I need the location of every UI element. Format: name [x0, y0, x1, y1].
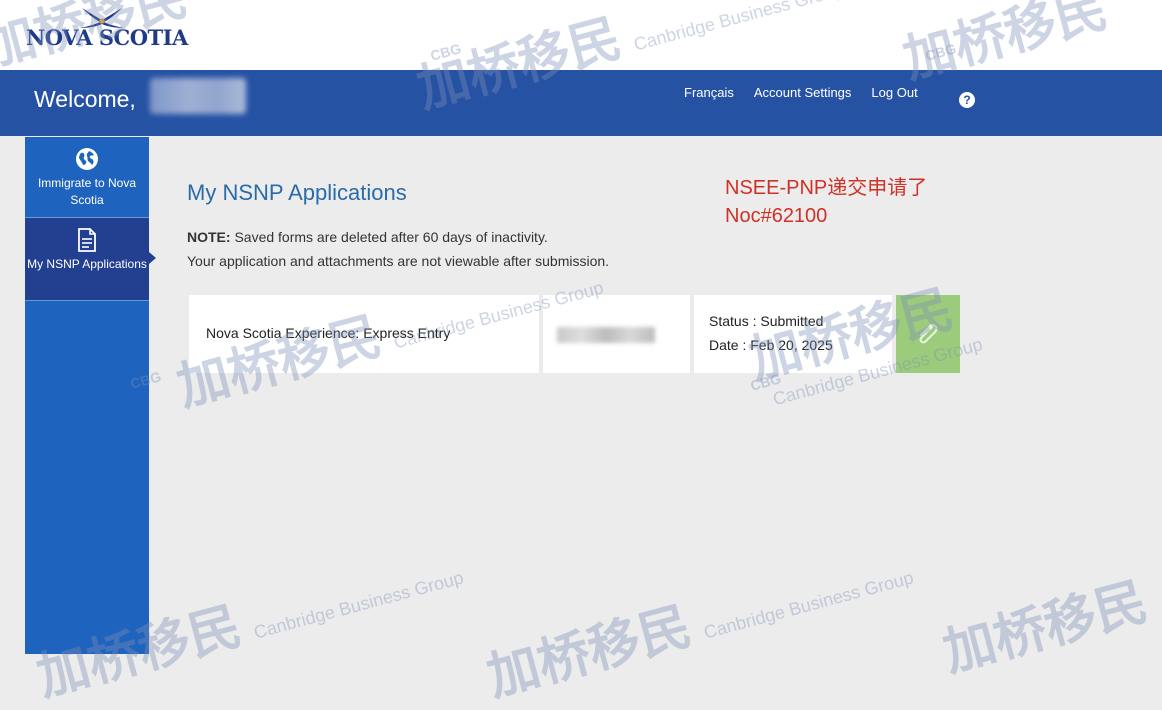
document-icon	[78, 228, 96, 252]
globe-icon	[76, 148, 98, 170]
application-status: Status : Submitted	[709, 313, 824, 329]
help-icon[interactable]: ?	[959, 92, 975, 108]
application-id-cell	[543, 295, 690, 373]
redacted-application-id	[557, 327, 655, 343]
sidebar-item-my-applications[interactable]: My NSNP Applications	[25, 218, 156, 301]
application-status-cell: Status : Submitted Date : Feb 20, 2025	[694, 295, 892, 373]
attachments-button[interactable]	[896, 295, 960, 373]
sidebar-item-immigrate[interactable]: Immigrate to Nova Scotia	[25, 137, 149, 218]
page-title: My NSNP Applications	[187, 180, 407, 205]
watermark: 加桥移民Canbridge Business Group	[481, 567, 916, 709]
note-label: NOTE:	[187, 229, 231, 245]
notice-text: NOTE: Saved forms are deleted after 60 d…	[187, 225, 609, 273]
application-name: Nova Scotia Experience: Express Entry	[206, 325, 451, 341]
logo-bar: NOVA SCOTIA	[0, 0, 1162, 70]
sidebar: Immigrate to Nova Scotia My NSNP Applica…	[25, 137, 156, 654]
top-header: Welcome, Français Account Settings Log O…	[0, 70, 1162, 136]
watermark: 加桥移民	[937, 571, 1154, 684]
redacted-username	[150, 78, 246, 114]
sidebar-item-label: My NSNP Applications	[27, 257, 147, 271]
language-link[interactable]: Français	[684, 85, 734, 100]
welcome-text: Welcome,	[34, 86, 136, 112]
note-text: Saved forms are deleted after 60 days of…	[234, 229, 548, 245]
sidebar-item-label: Immigrate to Nova Scotia	[37, 176, 137, 207]
application-date: Date : Feb 20, 2025	[709, 337, 833, 353]
notice-line-2: Your application and attachments are not…	[187, 253, 610, 269]
paperclip-icon	[919, 323, 938, 344]
red-annotation: NSEE-PNP递交申请了 Noc#62100	[725, 174, 927, 230]
logo-text: NOVA SCOTIA	[26, 25, 188, 50]
annotation-line-2: Noc#62100	[725, 205, 828, 227]
account-settings-link[interactable]: Account Settings	[754, 85, 852, 100]
application-name-cell[interactable]: Nova Scotia Experience: Express Entry	[189, 295, 539, 373]
annotation-line-1: NSEE-PNP递交申请了	[725, 177, 928, 199]
nova-scotia-logo[interactable]: NOVA SCOTIA	[26, 6, 188, 50]
log-out-link[interactable]: Log Out	[871, 85, 917, 100]
notice-line-1: NOTE: Saved forms are deleted after 60 d…	[187, 225, 609, 249]
top-nav: Français Account Settings Log Out	[684, 85, 938, 100]
